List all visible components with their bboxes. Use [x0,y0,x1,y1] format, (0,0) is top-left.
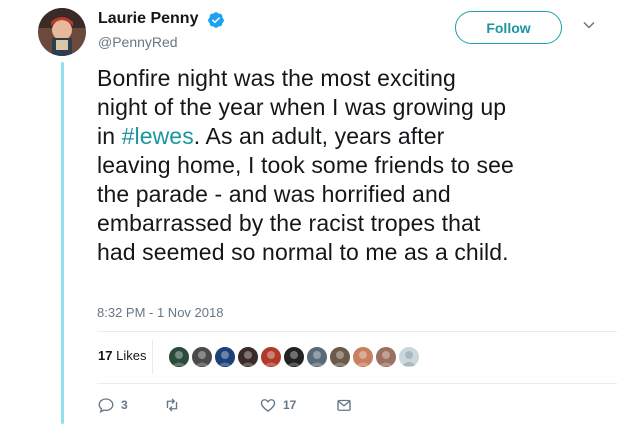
tweet-timestamp[interactable]: 8:32 PM - 1 Nov 2018 [97,305,223,320]
thread-line [61,62,64,424]
tweet-line: the parade - and was horrified and [97,181,451,207]
liker-avatar-8[interactable] [328,345,352,369]
divider [97,383,617,384]
divider [97,331,617,332]
hashtag-link[interactable]: #lewes [122,123,194,149]
liker-avatar-1[interactable] [167,345,191,369]
liker-avatar-2[interactable] [190,345,214,369]
liker-avatar-3[interactable] [213,345,237,369]
liker-avatar-default[interactable] [397,345,421,369]
envelope-icon [337,399,351,411]
tweet-line: had seemed so normal to me as a child. [97,239,509,265]
tweet-line: night of the year when I was growing up [97,94,507,120]
like-count: 17 [283,398,297,412]
liker-avatar-7[interactable] [305,345,329,369]
divider [152,340,153,374]
tweet-line: embarrassed by the racist tropes that [97,210,481,236]
likes-label: Likes [116,348,147,363]
retweet-icon [166,398,178,412]
author-name[interactable]: Laurie Penny [98,9,198,29]
heart-icon [260,399,276,412]
verified-badge-icon [208,12,224,28]
author-handle[interactable]: @PennyRed [98,33,178,51]
likes-count[interactable]: 17 Likes [98,348,146,363]
liker-avatar-9[interactable] [351,345,375,369]
liker-avatar-5[interactable] [259,345,283,369]
like-button[interactable]: 17 [259,396,296,414]
reply-icon [98,398,114,414]
retweet-button[interactable] [163,396,187,414]
tweet-line: leaving home, I took some friends to see [97,152,514,178]
tweet-line: Bonfire night was the most exciting [97,65,456,91]
reply-count: 3 [121,398,128,412]
chevron-down-icon[interactable] [582,18,596,32]
tweet-line: in #lewes. As an adult, years after [97,122,617,151]
reply-button[interactable]: 3 [97,396,128,414]
tweet-line-part: in [97,123,122,149]
liker-avatar-4[interactable] [236,345,260,369]
follow-button[interactable]: Follow [455,11,562,44]
likes-number: 17 [98,348,113,363]
message-button[interactable] [335,396,353,414]
tweet-text: Bonfire night was the most exciting nigh… [97,64,617,267]
liker-avatar-6[interactable] [282,345,306,369]
tweet-line-part: . As an adult, years after [193,123,445,149]
liker-avatar-10[interactable] [374,345,398,369]
author-avatar[interactable] [38,8,86,56]
